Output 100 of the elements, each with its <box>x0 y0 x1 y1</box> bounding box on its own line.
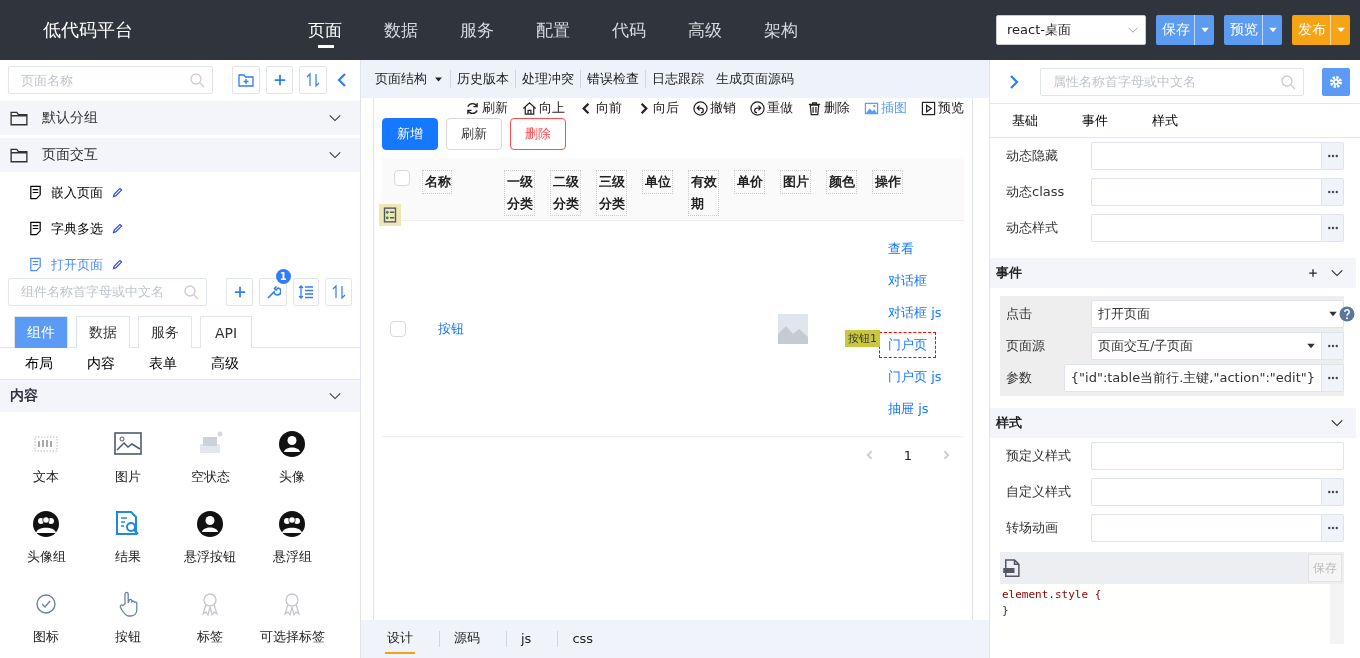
editor-tab[interactable]: css <box>570 624 596 654</box>
operation-link[interactable]: 查看 <box>879 235 923 262</box>
input-field[interactable] <box>1091 142 1344 170</box>
component-item[interactable]: 头像 <box>251 422 333 498</box>
avatar-icon <box>276 428 308 460</box>
line-height-button[interactable] <box>292 277 320 306</box>
input-field[interactable]: {"id":table当前行.主键,"action":"edit"} <box>1063 364 1344 392</box>
select-field[interactable]: 页面交互/子页面 <box>1091 332 1344 360</box>
nav-tab[interactable]: 架构 <box>764 0 840 60</box>
editor-tab[interactable]: js <box>519 624 534 654</box>
tree-group[interactable]: 页面交互 <box>0 137 360 172</box>
component-item[interactable]: 标签 <box>169 582 251 658</box>
component-item[interactable]: 按钮 <box>87 582 169 658</box>
row-checkbox[interactable] <box>390 320 406 337</box>
sort-button[interactable] <box>325 277 352 306</box>
panel-tab[interactable]: 服务 <box>138 316 192 349</box>
editor-tab[interactable]: 设计 <box>385 624 415 654</box>
app-logo: 低代码平台 <box>43 18 134 42</box>
component-item[interactable]: 空状态 <box>169 422 251 498</box>
search-field[interactable]: 组件名称首字母或中文名 <box>8 277 207 306</box>
canvas-action[interactable]: 向后 <box>636 99 679 117</box>
more-button[interactable] <box>1321 365 1343 391</box>
property-tab[interactable]: 事件 <box>1082 111 1108 130</box>
search-field[interactable]: 页面名称 <box>8 66 213 95</box>
action-button[interactable]: 刷新 <box>446 118 502 150</box>
select-all-checkbox[interactable] <box>394 170 410 186</box>
toolbar-item[interactable]: 生成页面源码 <box>710 70 800 88</box>
input-field[interactable] <box>1091 178 1344 206</box>
more-button[interactable] <box>1321 179 1343 205</box>
undo-icon <box>693 100 708 116</box>
toolbar-item[interactable]: 历史版本 <box>450 70 515 88</box>
category-tab[interactable]: 表单 <box>149 354 177 373</box>
image-icon <box>864 100 879 116</box>
field-label: 动态样式 <box>1006 219 1059 237</box>
panel-tab[interactable]: 数据 <box>76 316 130 349</box>
component-item[interactable]: 图标 <box>5 582 87 658</box>
plus-icon <box>272 73 287 88</box>
operation-link[interactable]: 对话框 js <box>879 299 951 326</box>
add-button[interactable] <box>265 66 294 95</box>
canvas-action[interactable]: 向上 <box>522 99 565 117</box>
field-label: 动态class <box>1006 183 1066 201</box>
canvas-action[interactable]: 重做 <box>750 99 793 117</box>
more-button[interactable] <box>1321 143 1343 169</box>
input-field[interactable] <box>1091 478 1344 506</box>
more-button[interactable] <box>1321 515 1343 541</box>
selection-tag[interactable]: 按钮1 <box>845 329 880 347</box>
nav-tab[interactable]: 数据 <box>384 0 460 60</box>
category-tab[interactable]: 布局 <box>25 354 53 373</box>
canvas-action[interactable]: 预览 <box>921 99 964 117</box>
help-icon <box>1339 306 1355 322</box>
tree-item[interactable]: 字典多选 <box>0 210 360 247</box>
canvas-action[interactable]: 删除 <box>807 99 850 117</box>
panel-tab[interactable]: API <box>200 316 252 349</box>
canvas-action[interactable]: 向前 <box>579 99 622 117</box>
nav-tab[interactable]: 配置 <box>536 0 612 60</box>
tree-item[interactable]: 嵌入页面 <box>0 174 360 211</box>
editor-tab[interactable]: 源码 <box>452 624 482 654</box>
add-folder-button[interactable] <box>232 66 260 95</box>
toolbar-item[interactable]: 错误检查 <box>580 70 645 88</box>
component-item[interactable]: 悬浮按钮 <box>169 502 251 578</box>
component-item[interactable]: 文本 <box>5 422 87 498</box>
platform-select[interactable]: react-桌面 <box>996 15 1146 45</box>
component-item[interactable]: 头像组 <box>5 502 87 578</box>
search-field[interactable]: 属性名称首字母或中文名 <box>1040 67 1304 96</box>
page-number[interactable]: 1 <box>903 447 912 463</box>
table-link[interactable]: 按钮 <box>438 319 464 338</box>
settings-button[interactable] <box>1322 67 1350 96</box>
canvas-action[interactable]: 刷新 <box>465 99 508 117</box>
toolbar-item[interactable]: 页面结构 <box>369 70 450 88</box>
category-tab[interactable]: 高级 <box>211 354 239 373</box>
more-button[interactable] <box>1321 479 1343 505</box>
more-button[interactable] <box>1321 215 1343 241</box>
table-settings-icon <box>379 204 401 226</box>
select-field[interactable]: 打开页面 <box>1091 300 1344 328</box>
sort-button[interactable] <box>299 66 327 95</box>
operation-link[interactable]: 抽屉 js <box>879 395 938 422</box>
nav-tab[interactable]: 服务 <box>460 0 536 60</box>
operation-link[interactable]: 对话框 <box>879 267 936 294</box>
component-item[interactable]: 图片 <box>87 422 169 498</box>
operation-link[interactable]: 门户页 js <box>879 363 951 390</box>
action-button[interactable]: 新增 <box>382 118 438 150</box>
toolbar-item[interactable]: 日志跟踪 <box>645 70 710 88</box>
component-item[interactable]: 可选择标签 <box>251 582 333 658</box>
more-button[interactable] <box>1321 333 1343 359</box>
tree-group[interactable]: 默认分组 <box>0 100 360 135</box>
field-label: 参数 <box>1006 369 1033 387</box>
nav-tab[interactable]: 代码 <box>612 0 688 60</box>
toolbar-item[interactable]: 处理冲突 <box>515 70 580 88</box>
input-field[interactable] <box>1091 442 1344 470</box>
input-field[interactable] <box>1091 214 1344 242</box>
category-tab[interactable]: 内容 <box>87 354 115 373</box>
component-item[interactable]: 悬浮组 <box>251 502 333 578</box>
add-button[interactable] <box>226 277 253 306</box>
component-item[interactable]: 结果 <box>87 502 169 578</box>
pencil-icon <box>111 258 124 272</box>
input-field[interactable] <box>1091 514 1344 542</box>
property-tab[interactable]: 样式 <box>1152 111 1178 130</box>
property-tab[interactable]: 基础 <box>1012 111 1038 130</box>
nav-tab[interactable]: 高级 <box>688 0 764 60</box>
canvas-action[interactable]: 撤销 <box>693 99 736 117</box>
